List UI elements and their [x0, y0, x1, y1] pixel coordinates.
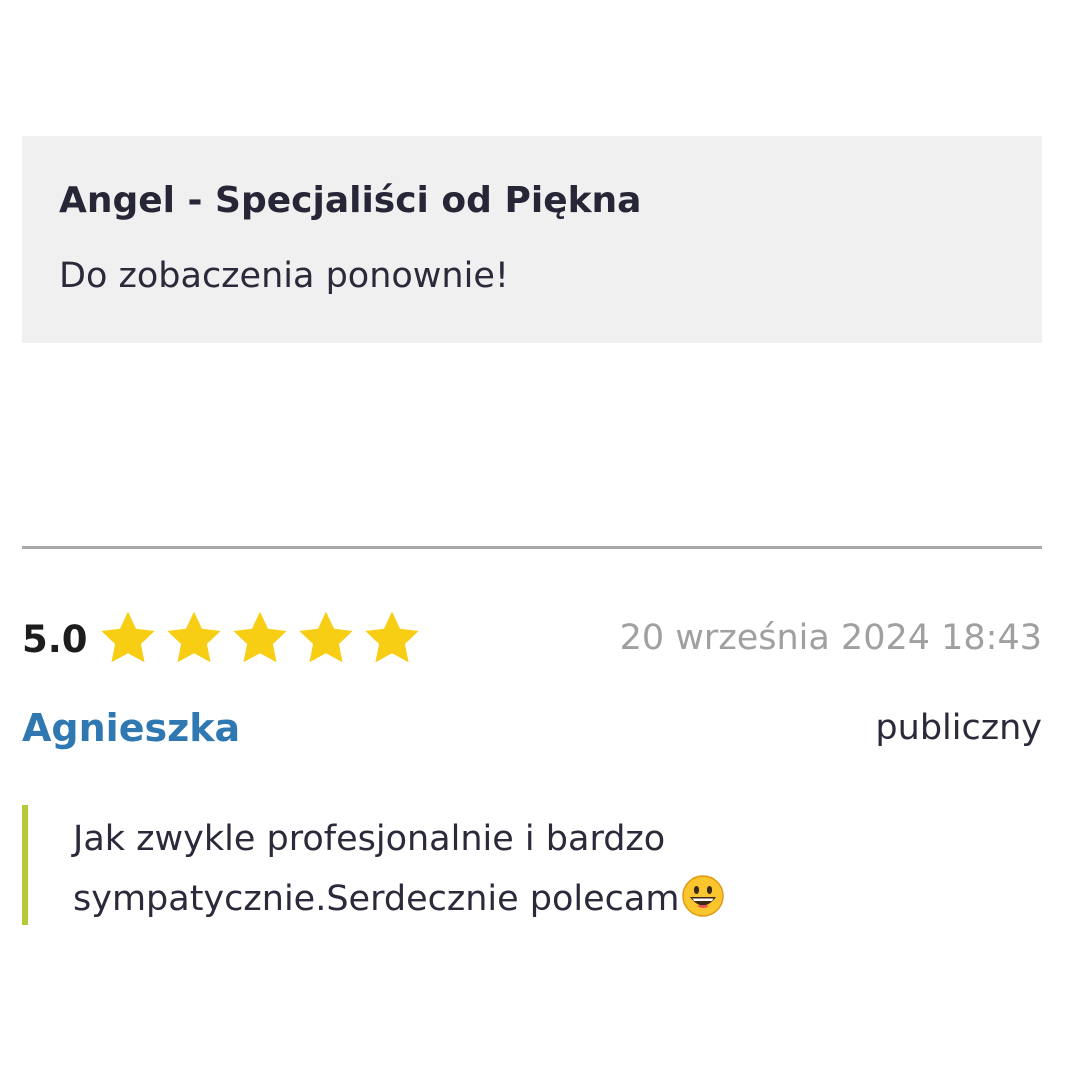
review-quote: Jak zwykle profesjonalnie i bardzo sympa… — [22, 805, 782, 925]
divider — [22, 546, 1042, 549]
star-icon — [101, 611, 155, 663]
star-icon — [167, 611, 221, 663]
rating-value: 5.0 — [22, 618, 88, 661]
reply-text: Do zobaczenia ponownie! — [59, 256, 509, 296]
review-text: Jak zwykle profesjonalnie i bardzo sympa… — [73, 819, 680, 919]
visibility-label: publiczny — [875, 708, 1042, 748]
review-date: 20 września 2024 18:43 — [619, 618, 1042, 658]
owner-reply-box: Angel - Specjaliści od Piękna Do zobacze… — [22, 136, 1042, 343]
star-icon — [233, 611, 287, 663]
reply-author: Angel - Specjaliści od Piękna — [59, 180, 642, 221]
reviewer-name-link[interactable]: Agnieszka — [22, 706, 240, 750]
star-rating — [97, 607, 427, 669]
grinning-face-emoji-icon — [682, 875, 725, 917]
star-icon — [365, 611, 419, 663]
star-icon — [299, 611, 353, 663]
review-text-block: Jak zwykle profesjonalnie i bardzo sympa… — [73, 809, 773, 929]
